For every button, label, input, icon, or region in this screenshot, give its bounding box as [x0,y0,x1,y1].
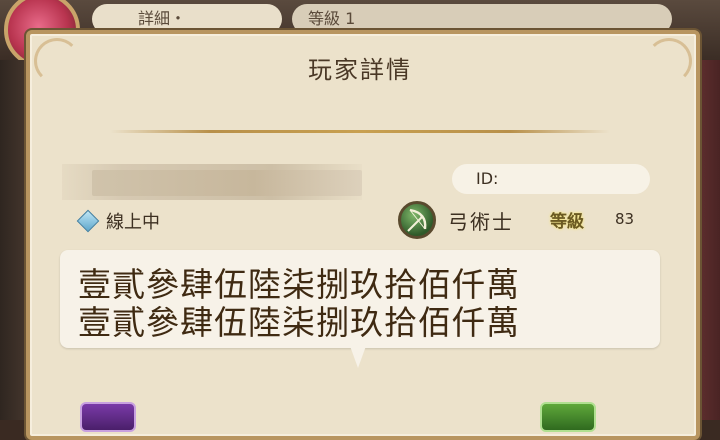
title-divider [110,130,610,133]
dialog-title: 玩家詳情 [308,56,412,84]
class-name: 弓術士 [448,210,514,234]
archer-bow-icon [398,201,436,239]
action-button-left[interactable] [80,402,136,432]
online-status-label: 線上中 [106,212,160,233]
message-bubble-tail [350,346,366,368]
message-line: 壹貳參肆伍陸柒捌玖拾佰仟萬 [78,303,520,342]
level-label: 等級 [550,212,584,232]
message-bubble: 壹貳參肆伍陸柒捌玖拾佰仟萬 壹貳參肆伍陸柒捌玖拾佰仟萬 [60,250,660,348]
player-detail-dialog [26,30,700,440]
player-id-field: ID: [452,164,650,194]
level-value: 83 [615,210,635,228]
player-name-redacted [92,170,362,196]
online-status: 線上中 [76,208,160,234]
action-button-right[interactable] [540,402,596,432]
online-diamond-icon [76,209,100,233]
